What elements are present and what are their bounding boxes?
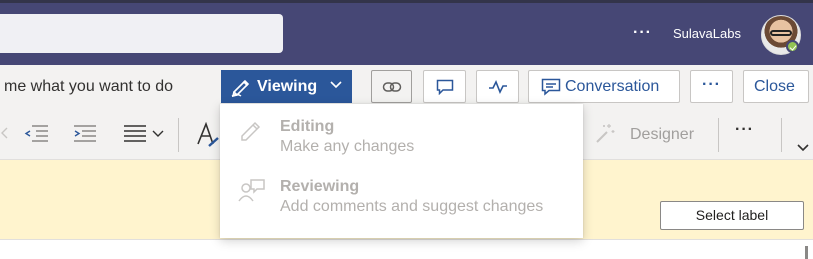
designer-label[interactable]: Designer	[630, 126, 694, 144]
search-input[interactable]	[0, 14, 283, 53]
viewing-mode-button[interactable]: Viewing	[221, 70, 352, 103]
expand-ribbon-chevron-icon[interactable]	[797, 143, 809, 153]
chevron-down-icon	[330, 81, 342, 89]
chat-icon	[541, 78, 561, 96]
ribbon-left-edge-icon	[1, 127, 8, 139]
mode-dropdown-menu: Editing Make any changes Reviewing Add c…	[220, 104, 583, 238]
org-name[interactable]: SulavaLabs	[673, 26, 741, 41]
conversation-button[interactable]: Conversation	[528, 70, 680, 103]
menu-item-description: Add comments and suggest changes	[280, 198, 544, 215]
header-more-button[interactable]: ···	[633, 24, 652, 42]
more-options-label: ···	[702, 76, 721, 93]
ribbon-separator	[178, 118, 179, 152]
scrollbar[interactable]	[805, 246, 808, 259]
close-label: Close	[754, 78, 795, 95]
menu-item-description: Make any changes	[280, 138, 415, 155]
paragraph-align-icon[interactable]	[122, 122, 168, 144]
pen-icon	[231, 79, 250, 97]
menu-item-reviewing[interactable]: Reviewing Add comments and suggest chang…	[220, 174, 583, 232]
more-options-button[interactable]: ···	[690, 70, 733, 103]
avatar-glasses	[770, 30, 792, 36]
decrease-indent-icon[interactable]	[22, 122, 50, 144]
menu-item-editing[interactable]: Editing Make any changes	[220, 114, 583, 172]
presence-available-icon	[786, 40, 799, 53]
designer-icon[interactable]	[594, 122, 616, 144]
activity-icon	[488, 79, 507, 94]
styles-icon[interactable]	[196, 122, 220, 148]
select-label-button[interactable]: Select label	[660, 201, 804, 230]
menu-item-title: Editing	[280, 118, 335, 135]
conversation-label: Conversation	[565, 78, 660, 95]
increase-indent-icon[interactable]	[72, 122, 100, 144]
viewing-label: Viewing	[257, 78, 318, 95]
header-top-edge	[0, 0, 813, 3]
link-icon	[382, 81, 401, 92]
document-canvas	[0, 240, 813, 259]
reviewer-icon	[238, 179, 265, 202]
ribbon-separator	[718, 118, 719, 152]
ribbon-separator	[781, 118, 782, 152]
share-link-button[interactable]	[371, 70, 412, 103]
close-button[interactable]: Close	[743, 70, 809, 103]
pencil-icon	[241, 121, 261, 141]
ribbon-more-button[interactable]: ···	[735, 121, 754, 139]
activity-button[interactable]	[476, 70, 519, 103]
comment-icon	[436, 79, 453, 95]
menu-item-title: Reviewing	[280, 178, 360, 195]
comments-button[interactable]	[423, 70, 466, 103]
tell-me-search[interactable]: me what you want to do	[4, 78, 173, 96]
